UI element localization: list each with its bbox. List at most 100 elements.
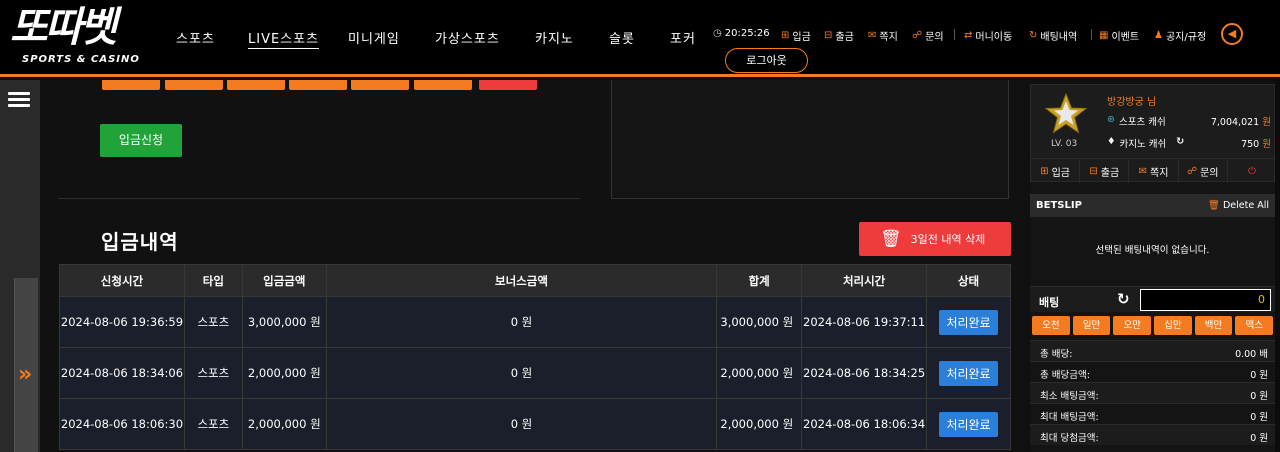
minus-icon: ⊟ <box>1089 165 1098 177</box>
nav-slot[interactable]: 슬롯 <box>609 28 635 47</box>
summary-label: 최대 배팅금액: <box>1040 412 1099 423</box>
casino-cash-label: 카지노 캐쉬 <box>1119 139 1167 150</box>
chip-button[interactable]: 맥스 <box>1235 316 1274 335</box>
amount-clear-button[interactable] <box>479 80 537 90</box>
util-inquiry-label: 문의 <box>925 32 944 43</box>
profile-withdraw-label: 출금 <box>1100 167 1120 179</box>
cell-status: 처리완료 <box>926 398 1011 450</box>
profile-message-button[interactable]: ✉ 쪽지 <box>1129 159 1179 183</box>
cell-type: 스포츠 <box>183 347 243 399</box>
plus-icon: ⊞ <box>1040 165 1049 177</box>
logout-button[interactable]: 로그아웃 <box>725 48 808 73</box>
trash-icon: 🗑 <box>1207 200 1220 211</box>
cell-status: 처리완료 <box>926 347 1011 399</box>
util-bet-history[interactable]: ↻ 배팅내역 <box>1029 28 1077 43</box>
nav-poker[interactable]: 포커 <box>670 28 696 47</box>
util-deposit-label: 입금 <box>792 32 811 43</box>
nav-live-sports[interactable]: LIVE스포츠 <box>248 28 320 49</box>
betslip-header: BETSLIP 🗑 Delete All <box>1030 194 1275 217</box>
trash-icon: 🗑 <box>880 229 902 249</box>
nav-virtual-sports[interactable]: 가상스포츠 <box>435 28 500 47</box>
util-inquiry[interactable]: ☍ 문의 <box>912 28 944 43</box>
summary-label: 최대 당첨금액: <box>1040 433 1099 444</box>
chip-button[interactable]: 오천 <box>1032 316 1070 335</box>
summary-label: 총 배당금액: <box>1040 370 1090 381</box>
double-chevron-right-icon[interactable]: » <box>18 362 32 387</box>
profile-withdraw-button[interactable]: ⊟ 출금 <box>1080 159 1130 183</box>
power-button[interactable]: ⏻ <box>1228 159 1276 183</box>
util-event[interactable]: ▦ 이벤트 <box>1099 28 1139 43</box>
col-total: 합계 <box>716 264 803 297</box>
refresh-icon[interactable]: ↻ <box>1176 136 1184 150</box>
cell-apply-time: 2024-08-06 19:36:59 <box>59 296 185 348</box>
table-row: 2024-08-06 18:34:06 스포츠 2,000,000 원 0 원 … <box>59 347 1011 399</box>
sports-cash-value: 7,004,021 <box>1210 117 1260 128</box>
profile-deposit-label: 입금 <box>1051 167 1070 179</box>
cell-total: 2,000,000 원 <box>716 398 803 450</box>
clock-time: 20:25:26 <box>724 28 770 39</box>
delete-3days-label: 3일전 내역 삭제 <box>910 233 986 246</box>
amount-button[interactable] <box>289 80 347 90</box>
chip-button[interactable]: 십만 <box>1154 316 1192 335</box>
profile-deposit-button[interactable]: ⊞ 입금 <box>1031 159 1081 183</box>
col-status: 상태 <box>926 264 1011 297</box>
bet-amount-row: 배팅 ↻ 0 <box>1030 286 1275 312</box>
cell-deposit-amount: 2,000,000 원 <box>241 398 327 450</box>
amount-button[interactable] <box>227 80 285 90</box>
soccer-ball-icon: ⊛ <box>1107 114 1115 125</box>
util-money-move-label: 머니이동 <box>975 32 1013 43</box>
user-name: 방강방궁 님 <box>1107 97 1157 108</box>
casino-cash-value: 750 <box>1241 139 1260 150</box>
profile-message-label: 쪽지 <box>1150 167 1169 179</box>
scrollbar[interactable] <box>1275 80 1280 452</box>
chip-button[interactable]: 백만 <box>1194 316 1233 335</box>
profile-card: LV. 03 방강방궁 님 ⊛ 스포츠 캐쉬 7,004,021 원 ♦ 카지노 캐… <box>1030 84 1276 183</box>
profile-inquiry-button[interactable]: ☍ 문의 <box>1179 159 1228 183</box>
util-withdraw[interactable]: ⊟ 출금 <box>824 28 854 43</box>
cell-total: 2,000,000 원 <box>716 347 803 399</box>
util-notice[interactable]: ♟ 공지/규정 <box>1154 28 1206 43</box>
site-logo[interactable]: 또따벳 SPORTS & CASINO <box>10 4 160 68</box>
chip-button[interactable]: 오만 <box>1113 316 1152 335</box>
bet-amount-input[interactable]: 0 <box>1140 289 1271 311</box>
cell-process-time: 2024-08-06 18:06:34 <box>801 398 928 450</box>
summary-row: 총 배당금액: 0 원 <box>1030 361 1275 382</box>
right-sidebar: LV. 03 방강방궁 님 ⊛ 스포츠 캐쉬 7,004,021 원 ♦ 카지노 캐… <box>1030 84 1276 452</box>
util-money-move[interactable]: ⇄ 머니이동 <box>964 28 1012 43</box>
nav-casino[interactable]: 카지노 <box>535 28 574 47</box>
clock-icon: ◷ <box>713 28 722 39</box>
refresh-icon[interactable]: ↻ <box>1117 290 1130 308</box>
cell-status: 처리완료 <box>926 296 1011 348</box>
amount-button[interactable] <box>414 80 472 90</box>
delete-3days-button[interactable]: 🗑 3일전 내역 삭제 <box>859 222 1011 256</box>
calendar-icon: ▦ <box>1099 30 1109 41</box>
won-unit: 원 <box>1262 117 1271 128</box>
sound-toggle-icon[interactable]: ◀ <box>1221 23 1243 45</box>
section-title: 입금내역 <box>101 230 179 254</box>
notice-panel <box>611 80 1009 199</box>
cell-process-time: 2024-08-06 18:34:25 <box>801 347 928 399</box>
top-header: 또따벳 SPORTS & CASINO 스포츠 LIVE스포츠 미니게임 가상스… <box>0 0 1280 77</box>
envelope-icon: ✉ <box>1138 165 1147 177</box>
deposit-apply-button[interactable]: 입금신청 <box>100 124 182 157</box>
col-deposit-amount: 입금금액 <box>241 264 327 297</box>
nav-sports[interactable]: 스포츠 <box>176 28 215 47</box>
chat-icon: ☍ <box>912 30 923 41</box>
minus-icon: ⊟ <box>824 30 833 41</box>
amount-button[interactable] <box>165 80 223 90</box>
hamburger-menu-icon[interactable] <box>8 92 30 107</box>
col-apply-time: 신청시간 <box>59 264 185 297</box>
amount-button[interactable] <box>351 80 409 90</box>
chip-button[interactable]: 일만 <box>1072 316 1111 335</box>
delete-all-label: Delete All <box>1222 200 1269 211</box>
nav-minigame[interactable]: 미니게임 <box>348 28 400 47</box>
delete-all-button[interactable]: 🗑 Delete All <box>1208 200 1269 211</box>
col-process-time: 처리시간 <box>801 264 928 297</box>
table-row: 2024-08-06 18:06:30 스포츠 2,000,000 원 0 원 … <box>59 398 1011 450</box>
amount-button[interactable] <box>102 80 160 90</box>
util-bet-history-label: 배팅내역 <box>1040 32 1078 43</box>
util-message[interactable]: ✉ 쪽지 <box>868 28 898 43</box>
power-icon: ⏻ <box>1247 165 1256 177</box>
chip-button-row: 오천 일만 오만 십만 백만 맥스 <box>1032 316 1274 335</box>
util-deposit[interactable]: ⊞ 입금 <box>781 28 811 43</box>
